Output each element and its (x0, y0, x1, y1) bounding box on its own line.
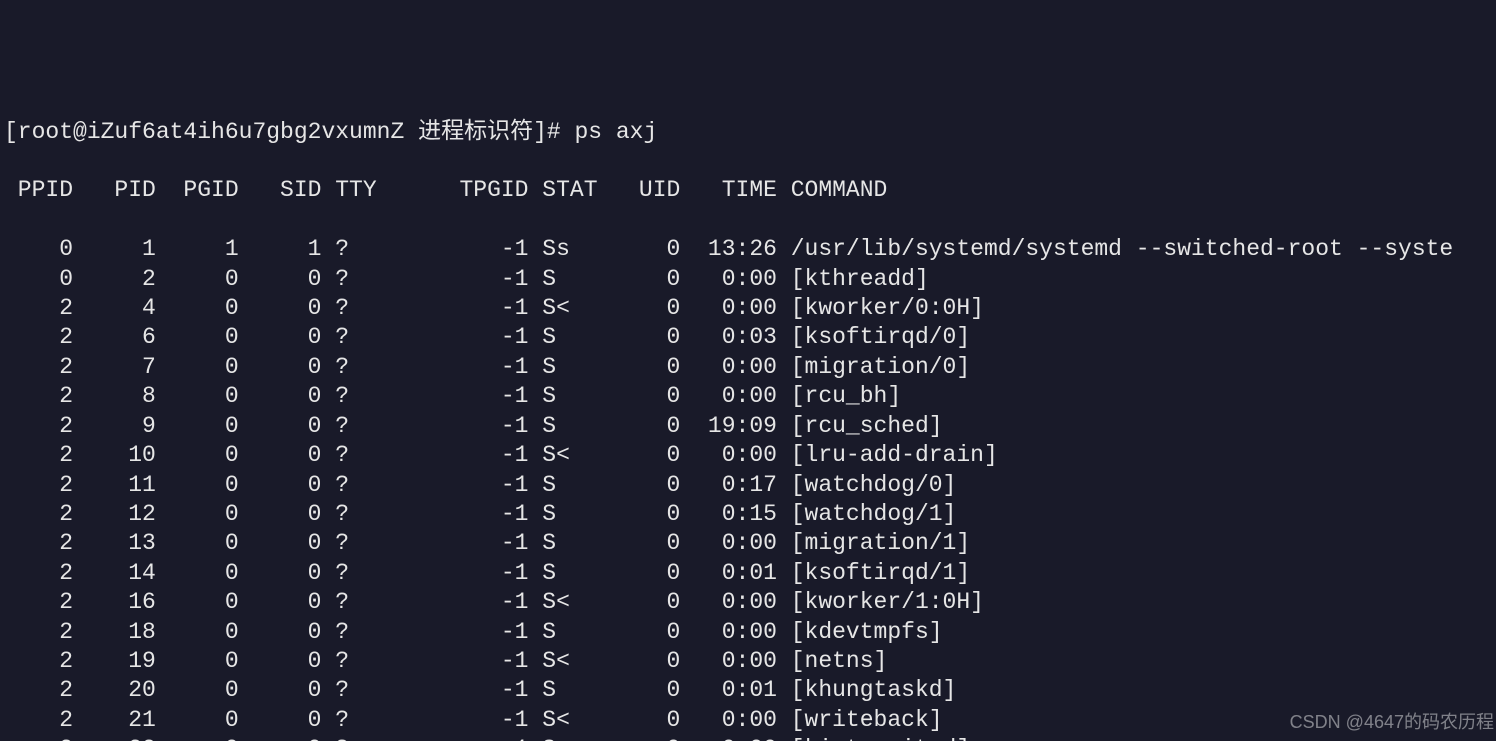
table-row: 0 1 1 1 ? -1 Ss 0 13:26 /usr/lib/systemd… (4, 235, 1496, 264)
table-row: 2 13 0 0 ? -1 S 0 0:00 [migration/1] (4, 529, 1496, 558)
ps-output: 0 1 1 1 ? -1 Ss 0 13:26 /usr/lib/systemd… (4, 235, 1496, 741)
watermark: CSDN @4647的码农历程 (1290, 708, 1494, 737)
table-row: 2 7 0 0 ? -1 S 0 0:00 [migration/0] (4, 353, 1496, 382)
table-row: 2 9 0 0 ? -1 S 0 19:09 [rcu_sched] (4, 412, 1496, 441)
table-row: 2 12 0 0 ? -1 S 0 0:15 [watchdog/1] (4, 500, 1496, 529)
table-row: 2 8 0 0 ? -1 S 0 0:00 [rcu_bh] (4, 382, 1496, 411)
table-row: 2 4 0 0 ? -1 S< 0 0:00 [kworker/0:0H] (4, 294, 1496, 323)
table-row: 2 19 0 0 ? -1 S< 0 0:00 [netns] (4, 647, 1496, 676)
table-row: 2 16 0 0 ? -1 S< 0 0:00 [kworker/1:0H] (4, 588, 1496, 617)
table-row: 0 2 0 0 ? -1 S 0 0:00 [kthreadd] (4, 265, 1496, 294)
shell-prompt-line[interactable]: [root@iZuf6at4ih6u7gbg2vxumnZ 进程标识符]# ps… (4, 118, 1496, 147)
table-row: 2 11 0 0 ? -1 S 0 0:17 [watchdog/0] (4, 471, 1496, 500)
table-row: 2 18 0 0 ? -1 S 0 0:00 [kdevtmpfs] (4, 618, 1496, 647)
ps-header: PPID PID PGID SID TTY TPGID STAT UID TIM… (4, 176, 1496, 205)
table-row: 2 6 0 0 ? -1 S 0 0:03 [ksoftirqd/0] (4, 323, 1496, 352)
shell-prompt: [root@iZuf6at4ih6u7gbg2vxumnZ 进程标识符]# ps… (4, 119, 657, 145)
table-row: 2 14 0 0 ? -1 S 0 0:01 [ksoftirqd/1] (4, 559, 1496, 588)
table-row: 2 10 0 0 ? -1 S< 0 0:00 [lru-add-drain] (4, 441, 1496, 470)
table-row: 2 22 0 0 ? -1 S< 0 0:00 [kintegrityd] (4, 735, 1496, 741)
table-row: 2 21 0 0 ? -1 S< 0 0:00 [writeback] (4, 706, 1496, 735)
table-row: 2 20 0 0 ? -1 S 0 0:01 [khungtaskd] (4, 676, 1496, 705)
